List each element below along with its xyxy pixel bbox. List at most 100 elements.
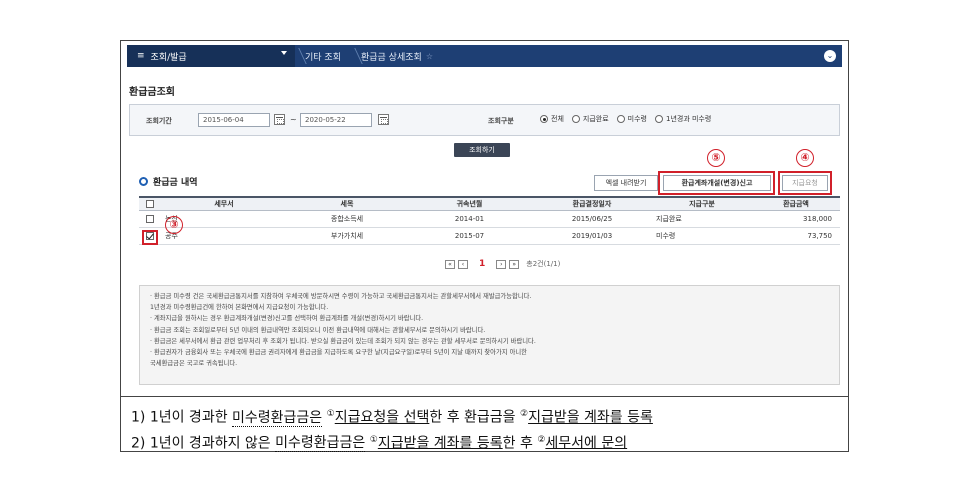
notice-line: · 환급권자가 금융회사 또는 우체국에 환급금 권리자에게 환급금을 지급하도…: [150, 349, 527, 357]
calendar-icon[interactable]: [378, 114, 389, 125]
caption-text: 한 후 환급금을: [429, 409, 520, 426]
caption-marker: ①: [369, 434, 378, 445]
caption-marker: ②: [520, 409, 529, 419]
cell-date: 2019/01/03: [532, 227, 652, 245]
radio-label: 1년경과 미수령: [665, 115, 712, 123]
notice-line: · 계좌지급을 원하시는 경우 환급계좌개설(변경)신고를 선택하여 환급계좌를…: [150, 315, 424, 323]
radio-unclaimed-1yr[interactable]: 1년경과 미수령: [654, 114, 712, 124]
results-section-title: 환급금 내역: [139, 175, 198, 188]
callout-3: ③: [165, 216, 183, 234]
top-nav-bar: ≡ 조회/발급 기타 조회 환급금 상세조회 ☆ ⌄: [127, 45, 842, 67]
caption-text: 1) 1년이 경과한: [131, 409, 233, 426]
column-header: 지급구분: [652, 196, 752, 211]
refund-inquiry-page: ≡ 조회/발급 기타 조회 환급금 상세조회 ☆ ⌄ 환급금조회 조회기간 20…: [127, 45, 842, 385]
highlight-box-checkbox: [142, 230, 158, 245]
select-all-cell: [139, 196, 161, 211]
cell-date: 2015/06/25: [532, 210, 652, 228]
radio-button[interactable]: [616, 115, 625, 123]
notice-line: · 환급금 조회는 조회일로부터 5년 이내의 환급내역만 조회되오니 이전 환…: [150, 326, 486, 334]
caption-text: 한 후: [502, 435, 538, 452]
inquiry-type-radio-group: 전체 지급완료 미수령 1년경과 미수령: [540, 114, 711, 124]
row-checkbox[interactable]: [146, 214, 154, 223]
date-range-separator: ~: [290, 115, 297, 124]
radio-label: 미수령: [627, 115, 647, 123]
caption-underlined: 지급받을 계좌를 등록: [377, 435, 503, 452]
column-header: 환급금액: [752, 196, 840, 211]
notice-box: · 환급금 미수령 건은 국세환급금통지서를 지참하여 우체국에 방문하시면 수…: [139, 285, 840, 385]
current-page[interactable]: 1: [479, 259, 485, 269]
excel-download-button[interactable]: 엑셀 내려받기: [594, 175, 658, 191]
radio-button[interactable]: [571, 115, 580, 123]
cell-period: 2014-01: [407, 210, 532, 228]
radio-label: 지급완료: [582, 115, 609, 123]
hamburger-icon: ≡: [137, 51, 145, 61]
chevron-down-icon: [281, 51, 287, 55]
breadcrumb-refund-detail[interactable]: 환급금 상세조회 ☆: [351, 45, 443, 67]
nav-collapse-toggle-icon[interactable]: ⌄: [824, 50, 836, 62]
favorite-star-icon[interactable]: ☆: [426, 52, 433, 61]
screenshot-frame: ≡ 조회/발급 기타 조회 환급금 상세조회 ☆ ⌄ 환급금조회 조회기간 20…: [120, 40, 849, 453]
table-row[interactable]: 공주 부가가치세 2015-07 2019/01/03 미수령 73,750: [139, 227, 840, 245]
notice-line: 1년경과 미수령환급건에 한하여 본화면에서 지급요청이 가능합니다.: [150, 304, 329, 312]
caption-line-2: 2) 1년이 경과하지 않은 미수령환급금은 ①지급받을 계좌를 등록한 후 ②…: [131, 429, 838, 455]
page-title: 환급금조회: [129, 87, 175, 98]
cell-tax: 부가가치세: [287, 227, 407, 245]
radio-all[interactable]: 전체: [540, 114, 564, 124]
results-title-text: 환급금 내역: [153, 178, 198, 188]
caption-text: 2) 1년이 경과하지 않은: [131, 435, 276, 452]
caption-underlined: 지급요청을 선택: [334, 409, 430, 426]
table-header-row: 세무서 세목 귀속년월 환급결정일자 지급구분 환급금액: [139, 196, 840, 211]
cell-amount: 73,750: [752, 227, 840, 245]
column-header: 세무서: [161, 196, 287, 211]
prev-page-icon[interactable]: ‹: [458, 259, 468, 269]
pagination: « ‹ 1 › » 총2건(1/1): [445, 259, 560, 269]
radio-paid[interactable]: 지급완료: [571, 114, 609, 124]
breadcrumb-label: 환급금 상세조회: [360, 52, 422, 63]
highlight-box-account: [658, 171, 775, 195]
caption: 1) 1년이 경과한 미수령환급금은 ①지급요청을 선택한 후 환급금을 ②지급…: [121, 396, 848, 460]
next-page-icon[interactable]: ›: [496, 259, 507, 269]
caption-underlined: 세무서에 문의: [545, 435, 628, 452]
date-to-input[interactable]: 2020-05-22: [300, 113, 372, 127]
select-all-checkbox[interactable]: [146, 199, 154, 208]
breadcrumb-label: 기타 조회: [305, 52, 341, 63]
callout-4: ④: [796, 149, 814, 167]
refund-table: 세무서 세목 귀속년월 환급결정일자 지급구분 환급금액 논산 종합소득세 20…: [139, 196, 840, 245]
radio-button[interactable]: [540, 115, 548, 123]
cell-tax: 종합소득세: [287, 210, 407, 228]
breadcrumb-other-inquiry[interactable]: 기타 조회: [295, 45, 351, 67]
type-label: 조회구분: [488, 117, 514, 125]
caption-underlined: 미수령환급금은: [232, 409, 323, 427]
nav-menu-dropdown[interactable]: ≡ 조회/발급: [127, 45, 295, 67]
cell-amount: 318,000: [752, 210, 840, 228]
caption-underlined: 지급받을 계좌를 등록: [528, 409, 653, 426]
radio-label: 전체: [551, 115, 564, 123]
cell-period: 2015-07: [407, 227, 532, 245]
bullet-icon: [139, 177, 148, 186]
caption-underlined: 미수령환급금은: [275, 435, 366, 453]
first-page-icon[interactable]: «: [445, 259, 455, 269]
column-header: 귀속년월: [407, 196, 532, 211]
notice-line: 국세환급금은 국고로 귀속됩니다.: [150, 360, 238, 368]
search-panel: 조회기간 2015-06-04 ~ 2020-05-22 조회구분 전체 지급완…: [129, 104, 840, 136]
search-button[interactable]: 조회하기: [454, 143, 510, 157]
row-select-cell: [139, 210, 161, 228]
table-row[interactable]: 논산 종합소득세 2014-01 2015/06/25 지급완료 318,000: [139, 210, 840, 228]
date-from-input[interactable]: 2015-06-04: [198, 113, 270, 127]
calendar-icon[interactable]: [274, 114, 285, 125]
column-header: 환급결정일자: [532, 196, 652, 211]
last-page-icon[interactable]: »: [509, 259, 520, 269]
cell-status: 지급완료: [652, 210, 752, 228]
column-header: 세목: [287, 196, 407, 211]
nav-menu-label: 조회/발급: [150, 52, 187, 63]
notice-line: · 환급금은 세무서에서 환급 관련 업무처리 후 조회가 됩니다. 받으실 환…: [150, 337, 536, 345]
highlight-box-request: [778, 171, 832, 195]
radio-button[interactable]: [654, 115, 663, 123]
notice-line: · 환급금 미수령 건은 국세환급금통지서를 지참하여 우체국에 방문하시면 수…: [150, 293, 532, 300]
caption-marker: ①: [326, 409, 335, 419]
caption-line-1: 1) 1년이 경과한 미수령환급금은 ①지급요청을 선택한 후 환급금을 ②지급…: [131, 403, 838, 429]
period-label: 조회기간: [146, 117, 172, 125]
radio-unclaimed[interactable]: 미수령: [616, 114, 647, 124]
callout-5: ⑤: [707, 149, 725, 167]
cell-status: 미수령: [652, 227, 752, 245]
